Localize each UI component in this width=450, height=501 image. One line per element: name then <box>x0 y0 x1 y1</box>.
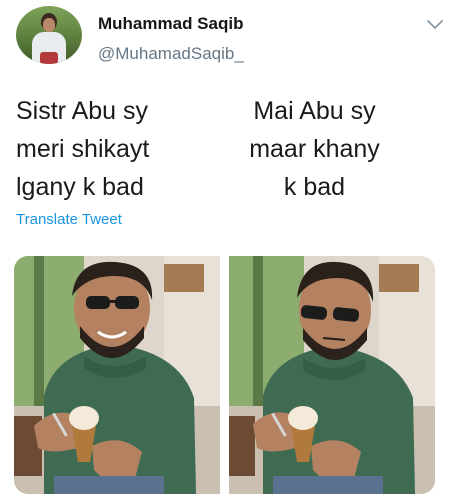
author-handle[interactable]: @MuhamadSaqib_ <box>98 44 244 64</box>
avatar[interactable] <box>16 6 82 64</box>
photo-serious-man[interactable] <box>229 256 435 494</box>
author-name[interactable]: Muhammad Saqib <box>98 14 243 34</box>
tweet-media[interactable] <box>14 256 435 494</box>
translate-tweet-link[interactable]: Translate Tweet <box>16 211 122 228</box>
chevron-down-icon[interactable] <box>426 18 444 32</box>
tweet-text-left: Sistr Abu sy meri shikayt lgany k bad <box>16 97 150 201</box>
photo-smiling-man[interactable] <box>14 256 220 494</box>
tweet-text-right: Mai Abu sy maar khany k bad <box>249 97 380 201</box>
tweet-header: Muhammad Saqib @MuhamadSaqib_ <box>14 6 444 68</box>
